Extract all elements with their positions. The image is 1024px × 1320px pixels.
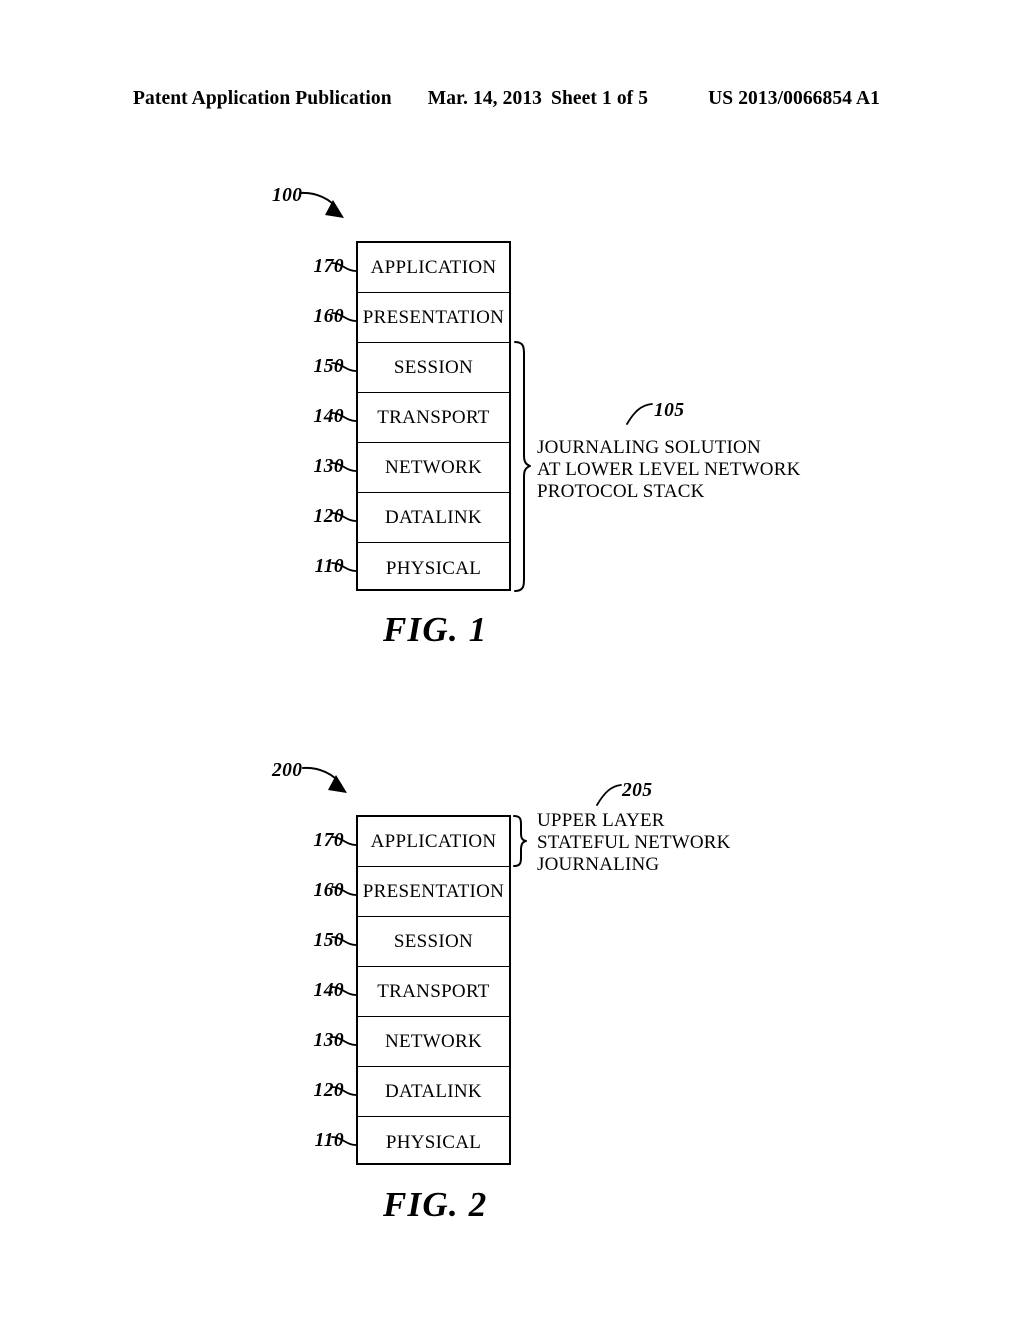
- header-publication-title: Patent Application Publication: [133, 88, 392, 109]
- fig2-diagram-reference: 200: [272, 760, 303, 781]
- fig1-layer-presentation: PRESENTATION: [358, 293, 509, 343]
- fig2-layer-label-application: APPLICATION: [370, 831, 497, 852]
- fig1-annotation-line-3: PROTOCOL STACK: [537, 481, 705, 503]
- fig2-caption: FIG. 2: [383, 1185, 488, 1224]
- fig2-annotation-reference: 205: [622, 780, 653, 801]
- fig2-annotation-line-3: JOURNALING: [537, 854, 660, 876]
- fig1-protocol-stack: APPLICATION PRESENTATION SESSION TRANSPO…: [356, 241, 511, 591]
- fig1-annotation-line-2: AT LOWER LEVEL NETWORK: [537, 459, 801, 481]
- fig1-layer-datalink: DATALINK: [358, 493, 509, 543]
- fig2-annotation-line-1: UPPER LAYER: [537, 810, 665, 831]
- fig1-layer-label-session: SESSION: [393, 357, 474, 378]
- fig1-layer-label-datalink: DATALINK: [385, 507, 482, 528]
- fig1-layer-transport: TRANSPORT: [358, 393, 509, 443]
- fig2-ref-130: 130: [313, 1030, 344, 1051]
- fig1-layer-application: APPLICATION: [358, 243, 509, 293]
- fig2-ref-170: 170: [313, 830, 344, 851]
- fig2-layer-label-presentation: PRESENTATION: [362, 881, 505, 902]
- fig1-ref-130: 130: [313, 456, 344, 477]
- fig2-ref-140: 140: [313, 980, 344, 1001]
- page-header: Patent Application Publication Mar. 14, …: [133, 88, 893, 114]
- diagram-line-overlay: [299, 191, 653, 1146]
- fig2-protocol-stack: APPLICATION PRESENTATION SESSION TRANSPO…: [356, 815, 511, 1165]
- fig1-ref-160: 160: [313, 306, 344, 327]
- fig1-ref-140: 140: [313, 406, 344, 427]
- fig1-brace: [514, 341, 531, 592]
- fig2-brace: [513, 815, 527, 867]
- fig1-annotation-line-1: JOURNALING SOLUTION: [537, 437, 761, 458]
- fig1-layer-physical: PHYSICAL: [358, 543, 509, 593]
- fig2-ref-110: 110: [314, 1130, 344, 1151]
- fig1-layer-label-network: NETWORK: [384, 457, 483, 478]
- fig1-ref-170: 170: [313, 256, 344, 277]
- fig1-annotation-text: JOURNALING SOLUTION AT LOWER LEVEL NETWO…: [537, 437, 801, 503]
- fig1-layer-label-presentation: PRESENTATION: [362, 307, 505, 328]
- fig2-annotation-line-2: STATEFUL NETWORK: [537, 832, 731, 854]
- fig2-layer-datalink: DATALINK: [358, 1067, 509, 1117]
- fig2-annotation-leader: [596, 784, 622, 806]
- fig1-diagram-reference: 100: [272, 185, 303, 206]
- fig2-layer-label-transport: TRANSPORT: [377, 981, 490, 1002]
- fig1-caption: FIG. 1: [383, 610, 488, 649]
- fig2-layer-presentation: PRESENTATION: [358, 867, 509, 917]
- header-patent-number: US 2013/0066854 A1: [708, 88, 880, 109]
- fig2-layer-physical: PHYSICAL: [358, 1117, 509, 1167]
- fig2-ref-160: 160: [313, 880, 344, 901]
- fig2-annotation-text: UPPER LAYER STATEFUL NETWORK JOURNALING: [537, 810, 731, 876]
- fig1-diagram-arrow: [299, 191, 344, 218]
- fig2-layer-network: NETWORK: [358, 1017, 509, 1067]
- fig1-annotation-reference: 105: [654, 400, 685, 421]
- fig2-ref-150: 150: [313, 930, 344, 951]
- fig1-ref-120: 120: [313, 506, 344, 527]
- header-sheet-number: Sheet 1 of 5: [551, 88, 649, 109]
- fig1-ref-150: 150: [313, 356, 344, 377]
- fig2-layer-session: SESSION: [358, 917, 509, 967]
- fig1-layer-session: SESSION: [358, 343, 509, 393]
- fig1-annotation-leader: [626, 403, 653, 425]
- fig2-diagram-arrow: [302, 766, 347, 793]
- fig2-layer-transport: TRANSPORT: [358, 967, 509, 1017]
- fig2-ref-120: 120: [313, 1080, 344, 1101]
- fig1-ref-110: 110: [314, 556, 344, 577]
- fig1-layer-label-transport: TRANSPORT: [377, 407, 490, 428]
- fig1-layer-label-physical: PHYSICAL: [385, 557, 482, 579]
- fig2-layer-label-network: NETWORK: [384, 1031, 483, 1052]
- fig2-layer-label-datalink: DATALINK: [385, 1081, 482, 1102]
- fig1-layer-label-application: APPLICATION: [370, 257, 497, 278]
- fig2-layer-label-session: SESSION: [393, 931, 474, 952]
- fig1-layer-network: NETWORK: [358, 443, 509, 493]
- fig2-layer-label-physical: PHYSICAL: [385, 1131, 482, 1153]
- fig2-layer-application: APPLICATION: [358, 817, 509, 867]
- header-date: Mar. 14, 2013: [427, 88, 543, 109]
